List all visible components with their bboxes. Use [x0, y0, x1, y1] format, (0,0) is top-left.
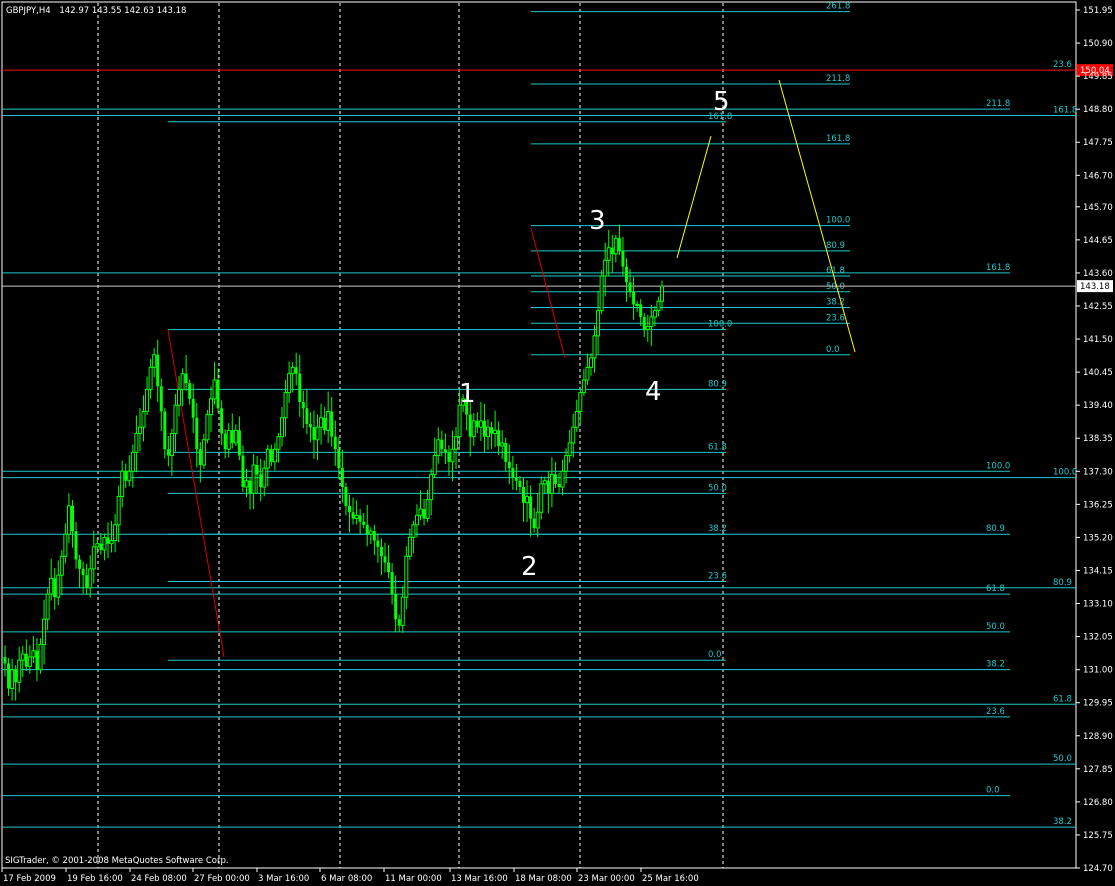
- fib-level-label: 261.8: [826, 2, 850, 12]
- current-price-label: 143.18: [1080, 282, 1110, 292]
- fib-level-label: 61.8: [826, 266, 845, 276]
- y-tick-label: 151.95: [1083, 6, 1113, 16]
- x-tick-label: 3 Mar 16:00: [258, 874, 309, 884]
- y-tick-label: 150.90: [1083, 39, 1113, 49]
- fib-level-label: 80.9: [986, 524, 1005, 534]
- ohlc-readout: 142.97 143.55 142.63 143.18: [59, 6, 186, 16]
- chart-header: GBPJPY,H4 142.97 143.55 142.63 143.18: [6, 6, 186, 16]
- fib-level-label: 0.0: [986, 786, 1000, 796]
- fib-level-label: 100.0: [986, 461, 1010, 471]
- fib-level-label: 50.0: [1053, 754, 1072, 764]
- y-tick-label: 139.40: [1083, 401, 1113, 411]
- y-tick-label: 136.25: [1083, 500, 1113, 510]
- fib-level-label: 38.2: [708, 524, 727, 534]
- y-tick-label: 146.70: [1083, 171, 1113, 181]
- fib-level-label: 61.8: [986, 584, 1005, 594]
- fib-level-label: 80.9: [1053, 578, 1072, 588]
- fib-level-label: 50.0: [986, 622, 1005, 632]
- y-tick-label: 142.55: [1083, 302, 1113, 312]
- x-tick-label: 11 Mar 00:00: [385, 874, 442, 884]
- x-tick-label: 18 Mar 08:00: [515, 874, 572, 884]
- y-tick-label: 140.45: [1083, 368, 1113, 378]
- symbol-label: GBPJPY,H4: [6, 6, 51, 16]
- fib-level-label: 23.6: [708, 571, 727, 581]
- y-tick-label: 126.80: [1083, 798, 1113, 808]
- fib-level-label: 211.8: [826, 74, 850, 84]
- y-tick-label: 129.95: [1083, 699, 1113, 709]
- fib-level-label: 0.0: [708, 650, 722, 660]
- y-tick-label: 133.10: [1083, 600, 1113, 610]
- x-tick-label: 27 Feb 00:00: [194, 874, 250, 884]
- fib-level-label: 80.9: [708, 379, 727, 389]
- fib-level-label: 23.6: [1053, 60, 1072, 70]
- wave-label-5: 5: [713, 87, 730, 117]
- y-tick-label: 135.20: [1083, 533, 1113, 543]
- fib-level-label: 100.0: [1053, 468, 1077, 478]
- y-tick-label: 127.85: [1083, 765, 1113, 775]
- fib-level-label: 161.8: [1053, 105, 1077, 115]
- x-tick-label: 25 Mar 16:00: [642, 874, 699, 884]
- x-tick-label: 23 Mar 00:00: [578, 874, 635, 884]
- y-tick-label: 137.30: [1083, 467, 1113, 477]
- fib-level-label: 61.8: [708, 442, 727, 452]
- y-tick-label: 144.65: [1083, 236, 1113, 246]
- y-tick-label: 134.15: [1083, 566, 1113, 576]
- fib-level-label: 38.2: [986, 660, 1005, 670]
- x-tick-label: 6 Mar 08:00: [321, 874, 372, 884]
- fib-level-label: 38.2: [1053, 817, 1072, 827]
- wave-label-2: 2: [521, 552, 538, 582]
- y-tick-label: 143.60: [1083, 269, 1113, 279]
- y-tick-label: 149.85: [1083, 72, 1113, 82]
- y-tick-label: 147.75: [1083, 138, 1113, 148]
- candle: [205, 410, 210, 444]
- y-tick-label: 145.70: [1083, 203, 1113, 213]
- price-chart[interactable]: 161.8100.080.961.850.038.223.60.0261.821…: [0, 0, 1115, 886]
- fib-level-label: 61.8: [1053, 694, 1072, 704]
- x-tick-label: 24 Feb 08:00: [131, 874, 187, 884]
- fib-level-label: 161.8: [826, 134, 850, 144]
- fib-level-label: 80.9: [826, 241, 845, 251]
- fib-level-label: 23.6: [826, 313, 845, 323]
- candle: [599, 270, 604, 314]
- fib-level-label: 161.8: [986, 263, 1010, 273]
- x-tick-label: 13 Mar 16:00: [451, 874, 508, 884]
- wave-label-1: 1: [459, 379, 476, 409]
- x-tick-label: 19 Feb 16:00: [67, 874, 123, 884]
- fib-level-label: 50.0: [708, 483, 727, 493]
- copyright-text: SIGTrader, © 2001-2008 MetaQuotes Softwa…: [5, 856, 229, 866]
- fib-level-label: 100.0: [708, 320, 732, 330]
- y-tick-label: 138.35: [1083, 434, 1113, 444]
- y-tick-label: 148.80: [1083, 105, 1113, 115]
- fib-level-label: 211.8: [986, 99, 1010, 109]
- chart-background: [0, 0, 1115, 886]
- y-tick-label: 141.50: [1083, 335, 1113, 345]
- wave-label-3: 3: [589, 206, 606, 236]
- y-tick-label: 125.75: [1083, 831, 1113, 841]
- y-tick-label: 128.90: [1083, 732, 1113, 742]
- y-tick-label: 131.00: [1083, 666, 1113, 676]
- y-tick-label: 132.05: [1083, 633, 1113, 643]
- y-tick-label: 124.70: [1083, 864, 1113, 874]
- x-tick-label: 17 Feb 2009: [3, 874, 56, 884]
- fib-level-label: 0.0: [826, 345, 840, 355]
- fib-level-label: 23.6: [986, 707, 1005, 717]
- fib-level-label: 100.0: [826, 216, 850, 226]
- wave-label-4: 4: [645, 377, 662, 407]
